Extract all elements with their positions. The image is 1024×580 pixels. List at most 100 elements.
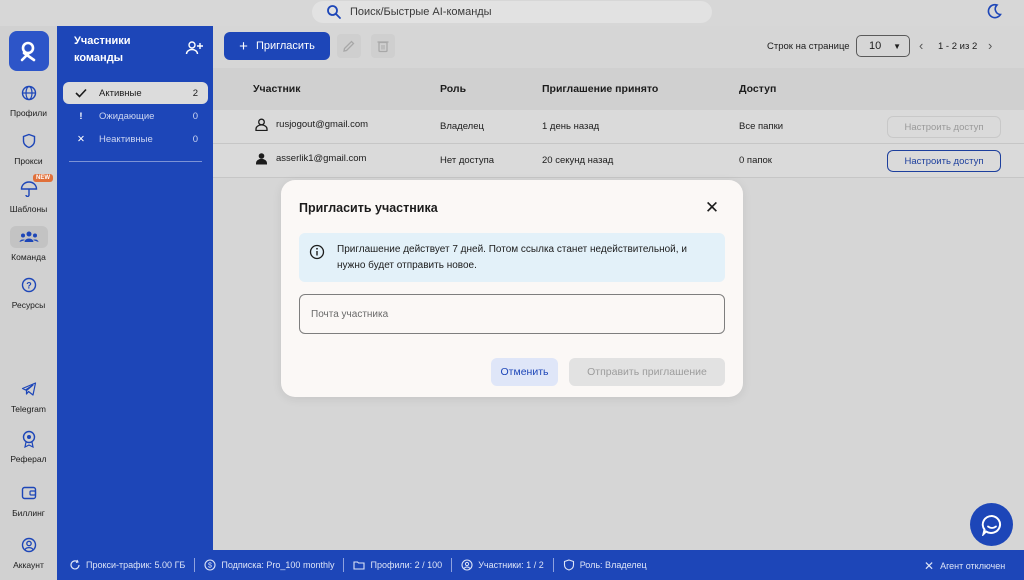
rail-label: Команда bbox=[11, 252, 46, 262]
rail-label: Telegram bbox=[11, 404, 46, 414]
close-icon: ✕ bbox=[924, 559, 935, 573]
status-subscription: $ Подписка: Pro_100 monthly bbox=[204, 559, 334, 571]
rail-item-templates[interactable]: NEW Шаблоны bbox=[0, 174, 57, 214]
table-row[interactable]: asserlik1@gmail.com Нет доступа 20 секун… bbox=[213, 144, 1024, 178]
chat-icon bbox=[981, 514, 1001, 536]
member-access: 0 папок bbox=[739, 155, 772, 166]
rail-item-telegram[interactable]: Telegram bbox=[0, 378, 57, 414]
referral-icon bbox=[18, 428, 40, 450]
rail-item-profiles[interactable]: Профили bbox=[0, 82, 57, 118]
status-traffic-text: Прокси-трафик: 5.00 ГБ bbox=[86, 560, 186, 570]
rail-item-billing[interactable]: Биллинг bbox=[0, 482, 57, 518]
folder-icon bbox=[353, 561, 366, 570]
send-invite-button[interactable]: Отправить приглашение bbox=[569, 358, 725, 386]
filter-inactive[interactable]: ✕ Неактивные 0 bbox=[63, 128, 208, 150]
status-subscription-text: Подписка: Pro_100 monthly bbox=[221, 560, 335, 570]
plus-icon: + bbox=[239, 37, 248, 55]
rail-label: Профили bbox=[9, 108, 47, 118]
filter-active[interactable]: Активные 2 bbox=[63, 82, 208, 104]
member-cell: rusjogout@gmail.com bbox=[255, 118, 368, 131]
filter-count: 0 bbox=[192, 133, 198, 145]
telegram-icon bbox=[18, 378, 40, 400]
member-access: Все папки bbox=[739, 121, 784, 132]
rows-per-page-select[interactable]: 10 ▼ bbox=[856, 35, 910, 57]
member-accepted: 20 секунд назад bbox=[542, 155, 614, 166]
moon-icon[interactable] bbox=[985, 2, 1003, 20]
info-banner: Приглашение действует 7 дней. Потом ссыл… bbox=[299, 233, 725, 282]
svg-text:$: $ bbox=[208, 563, 212, 570]
rail-item-resources[interactable]: ? Ресурсы bbox=[0, 274, 57, 310]
globe-icon bbox=[18, 82, 40, 104]
delete-button[interactable] bbox=[371, 34, 395, 58]
header-accepted: Приглашение принято bbox=[542, 83, 659, 95]
status-separator bbox=[194, 558, 196, 572]
member-accepted: 1 день назад bbox=[542, 121, 600, 132]
shield-icon bbox=[563, 559, 574, 571]
top-bar: Поиск/Быстрые AI-команды bbox=[0, 0, 1024, 26]
refresh-icon bbox=[70, 559, 80, 570]
rows-per-page-label: Строк на странице bbox=[767, 41, 850, 52]
add-member-icon[interactable] bbox=[185, 40, 203, 56]
rail-item-referral[interactable]: Реферал bbox=[0, 428, 57, 464]
info-icon bbox=[309, 244, 325, 260]
status-profiles-text: Профили: 2 / 100 bbox=[370, 560, 443, 570]
agent-status[interactable]: ✕ Агент отключен bbox=[924, 559, 1005, 573]
dialog-title: Пригласить участника bbox=[299, 201, 438, 215]
search-placeholder: Поиск/Быстрые AI-команды bbox=[350, 6, 492, 18]
rail-item-proxy[interactable]: Прокси bbox=[0, 130, 57, 166]
invite-button[interactable]: + Пригласить bbox=[224, 32, 330, 60]
search-icon bbox=[327, 5, 341, 19]
rail-label: Реферал bbox=[10, 454, 47, 464]
table-row[interactable]: rusjogout@gmail.com Владелец 1 день наза… bbox=[213, 110, 1024, 144]
email-field[interactable] bbox=[299, 294, 725, 334]
svg-text:?: ? bbox=[26, 281, 32, 291]
filter-label: Активные bbox=[99, 87, 142, 99]
rail-label: Аккаунт bbox=[13, 560, 44, 570]
rail-label: Биллинг bbox=[12, 508, 45, 518]
shield-icon bbox=[18, 130, 40, 152]
rail-label: Ресурсы bbox=[11, 300, 46, 310]
help-icon: ? bbox=[18, 274, 40, 296]
status-separator bbox=[552, 558, 554, 572]
logo-icon bbox=[20, 41, 36, 62]
header-access: Доступ bbox=[739, 83, 777, 95]
status-members-text: Участники: 1 / 2 bbox=[478, 560, 544, 570]
panel-title: Участники команды bbox=[74, 35, 131, 64]
status-separator bbox=[451, 558, 453, 572]
chat-button[interactable] bbox=[970, 503, 1013, 546]
filter-count: 0 bbox=[192, 110, 198, 122]
status-separator bbox=[343, 558, 345, 572]
caret-down-icon: ▼ bbox=[893, 41, 901, 51]
search-bar[interactable]: Поиск/Быстрые AI-команды bbox=[312, 1, 712, 23]
configure-access-button[interactable]: Настроить доступ bbox=[887, 116, 1001, 138]
edit-button[interactable] bbox=[337, 34, 361, 58]
status-role-text: Роль: Владелец bbox=[579, 560, 647, 570]
configure-access-button[interactable]: Настроить доступ bbox=[887, 150, 1001, 172]
member-email: asserlik1@gmail.com bbox=[276, 153, 367, 164]
rail-item-team[interactable]: Команда bbox=[0, 226, 57, 262]
wallet-icon bbox=[18, 482, 40, 504]
rail-label: Прокси bbox=[14, 156, 43, 166]
app-logo[interactable] bbox=[9, 31, 49, 71]
member-cell: asserlik1@gmail.com bbox=[255, 152, 366, 165]
account-icon bbox=[18, 534, 40, 556]
trash-icon bbox=[377, 41, 389, 53]
invite-dialog: Пригласить участника ✕ Приглашение дейст… bbox=[281, 180, 743, 397]
chevron-right-icon[interactable]: › bbox=[988, 38, 992, 53]
filter-label: Неактивные bbox=[99, 133, 153, 145]
agent-status-text: Агент отключен bbox=[940, 561, 1006, 571]
info-text: Приглашение действует 7 дней. Потом ссыл… bbox=[337, 244, 687, 271]
close-icon[interactable]: ✕ bbox=[703, 198, 721, 217]
user-icon bbox=[255, 118, 268, 131]
member-email: rusjogout@gmail.com bbox=[276, 119, 369, 130]
exclamation-icon: ! bbox=[79, 110, 83, 122]
team-panel: Участники команды Активные 2 ! Ожидающие… bbox=[57, 26, 213, 550]
cancel-button[interactable]: Отменить bbox=[491, 358, 558, 386]
member-role: Нет доступа bbox=[440, 155, 495, 166]
new-badge: NEW bbox=[33, 174, 53, 182]
rail-item-account[interactable]: Аккаунт bbox=[0, 534, 57, 570]
filter-pending[interactable]: ! Ожидающие 0 bbox=[63, 105, 208, 127]
chevron-left-icon[interactable]: ‹ bbox=[919, 38, 923, 53]
header-member: Участник bbox=[253, 83, 301, 95]
cross-icon: ✕ bbox=[77, 133, 85, 145]
